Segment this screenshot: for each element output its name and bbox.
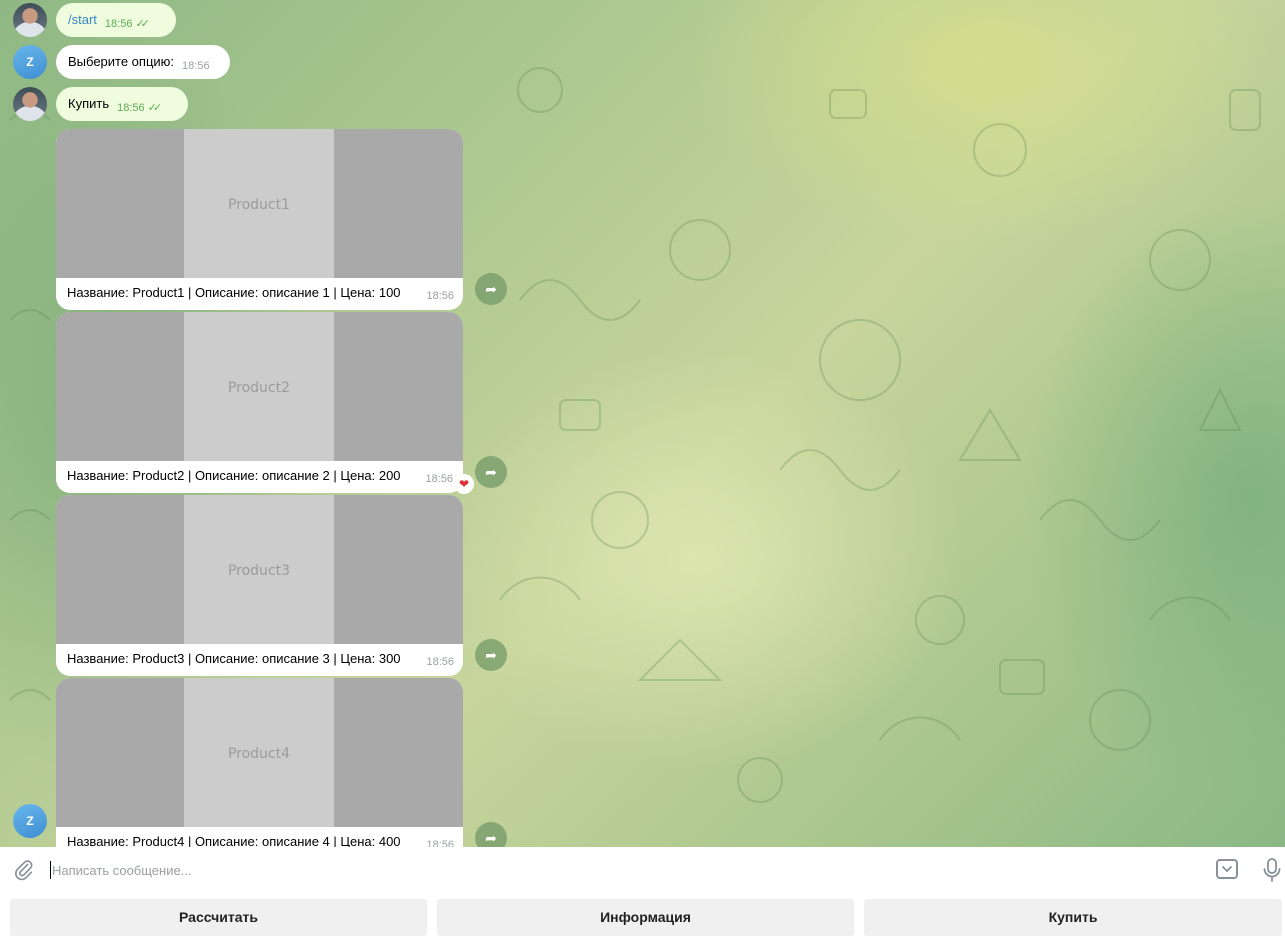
product-image[interactable]: Product1 [56,129,463,278]
message-bubble-outgoing: /start 18:56 ✓✓ [56,3,176,37]
message-text: Выберите опцию: [68,54,175,69]
microphone-icon[interactable] [1262,858,1282,882]
message-time: 18:56 [426,656,454,668]
product-image-label: Product3 [227,563,291,579]
product-card[interactable]: Product1 Название: Product1 | Описание: … [56,129,463,310]
forward-icon[interactable]: ➦ [475,639,507,671]
product-image-label: Product1 [227,197,291,213]
user-avatar[interactable] [13,3,47,37]
forward-icon[interactable]: ➦ [475,822,507,847]
forward-icon[interactable]: ➦ [475,273,507,305]
read-checks-icon: ✓✓ [135,18,150,30]
bot-avatar[interactable]: Z [13,45,47,79]
text-caret [50,861,51,879]
product-caption: Название: Product2 | Описание: описание … [67,468,401,483]
product-image[interactable]: Product4 [56,678,463,827]
product-card[interactable]: Product4 Название: Product4 | Описание: … [56,678,463,847]
message-input-row [0,847,1285,893]
product-caption: Название: Product4 | Описание: описание … [67,834,401,847]
heart-reaction-icon[interactable]: ❤ [454,474,474,494]
bot-avatar-letter: Z [26,814,34,828]
message-bubble-incoming: Выберите опцию: 18:56 [56,45,230,79]
bot-avatar[interactable]: Z [13,804,47,838]
command-link[interactable]: /start [68,12,97,27]
message-time: 18:56 [104,18,133,30]
product-image[interactable]: Product2 [56,312,463,461]
message-time: 18:56 [425,473,453,485]
message-bubble-outgoing: Купить 18:56 ✓✓ [56,87,188,121]
product-caption: Название: Product1 | Описание: описание … [67,285,401,300]
message-time: 18:56 [182,60,210,72]
message-text: Купить [68,96,110,111]
keyboard-button-calculate[interactable]: Рассчитать [10,899,427,936]
user-avatar[interactable] [13,87,47,121]
paperclip-icon[interactable] [13,859,35,881]
message-time: 18:56 [117,102,145,114]
product-caption: Название: Product3 | Описание: описание … [67,651,401,666]
product-card[interactable]: Product2 Название: Product2 | Описание: … [56,312,463,493]
composer: Рассчитать Информация Купить [0,847,1285,942]
product-card[interactable]: Product3 Название: Product3 | Описание: … [56,495,463,676]
product-image-label: Product2 [227,380,291,396]
message-time: 18:56 [426,839,454,847]
keyboard-button-buy[interactable]: Купить [864,899,1282,936]
read-checks-icon: ✓✓ [147,102,163,114]
bot-avatar-letter: Z [26,55,34,69]
chat-area: /start 18:56 ✓✓ Z Выберите опцию: 18:56 Куп… [0,0,1285,847]
message-input[interactable] [52,855,1192,885]
product-image[interactable]: Product3 [56,495,463,644]
forward-icon[interactable]: ➦ [475,456,507,488]
message-time: 18:56 [426,290,454,302]
product-image-label: Product4 [227,746,291,762]
keyboard-toggle-icon[interactable] [1216,859,1238,879]
keyboard-button-info[interactable]: Информация [437,899,854,936]
